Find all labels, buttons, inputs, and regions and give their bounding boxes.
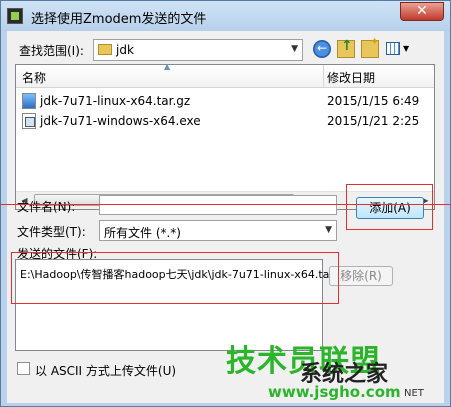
file-row[interactable]: jdk-7u71-windows-x64.exe 2015/1/21 2:25 — [16, 111, 434, 131]
lookin-combobox[interactable]: jdk ▼ — [93, 39, 303, 61]
folder-icon — [98, 44, 112, 55]
column-header-date[interactable]: 修改日期 — [327, 69, 375, 86]
chevron-down-icon[interactable]: ▼ — [291, 44, 298, 54]
new-folder-icon[interactable] — [361, 35, 379, 58]
watermark-net: NET — [404, 388, 424, 399]
executable-file-icon — [22, 113, 36, 129]
lookin-value: jdk — [116, 43, 134, 57]
chevron-down-icon: ▼ — [403, 44, 410, 53]
terminal-app-icon — [7, 8, 23, 24]
title-bar[interactable]: 选择使用Zmodem发送的文件 ✕ — [1, 1, 450, 31]
file-row[interactable]: jdk-7u71-linux-x64.tar.gz 2015/1/15 6:49 — [16, 91, 434, 111]
file-name: jdk-7u71-linux-x64.tar.gz — [40, 94, 191, 108]
close-button[interactable]: ✕ — [400, 2, 444, 21]
filename-label: 文件名(N): — [17, 200, 76, 214]
view-menu-icon[interactable]: ▼ — [385, 40, 411, 58]
sort-ascending-icon: ▲ — [164, 64, 171, 71]
annotation-box-sent — [11, 252, 339, 304]
window-title: 选择使用Zmodem发送的文件 — [31, 12, 207, 27]
chevron-down-icon[interactable]: ▼ — [325, 225, 332, 235]
filename-input[interactable] — [99, 195, 337, 215]
archive-file-icon — [22, 93, 36, 109]
filetype-combobox[interactable]: 所有文件 (*.*) ▼ — [99, 220, 337, 241]
lookin-label: 查找范围(I): — [19, 44, 84, 58]
list-header: ▲ 名称 修改日期 — [16, 65, 434, 88]
file-date: 2015/1/15 6:49 — [327, 94, 420, 108]
up-folder-icon[interactable] — [337, 38, 355, 58]
annotation-box-add — [346, 184, 433, 230]
view-grid-icon — [386, 42, 400, 55]
filetype-label: 文件类型(T): — [17, 225, 86, 239]
back-icon[interactable]: ← — [313, 40, 331, 58]
filetype-value: 所有文件 (*.*) — [104, 226, 181, 240]
ascii-upload-label: 以 ASCII 方式上传文件(U) — [35, 364, 177, 378]
column-separator[interactable] — [323, 65, 324, 87]
column-header-name[interactable]: 名称 — [22, 69, 46, 86]
file-name: jdk-7u71-windows-x64.exe — [40, 114, 201, 128]
watermark-url: www.jsgho.com — [268, 383, 401, 401]
ascii-upload-checkbox[interactable] — [17, 362, 30, 375]
file-date: 2015/1/21 2:25 — [327, 114, 420, 128]
